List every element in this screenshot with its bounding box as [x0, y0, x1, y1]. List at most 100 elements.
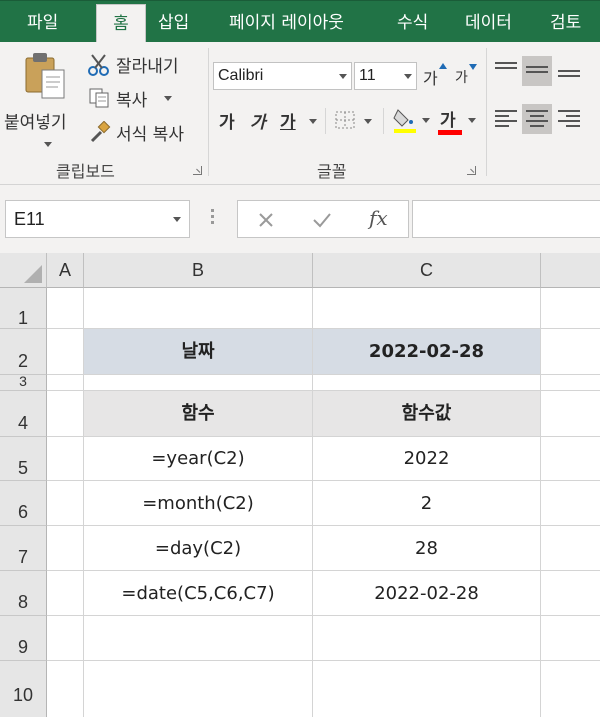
copy-icon — [89, 88, 109, 108]
row-header-3[interactable]: 3 — [0, 374, 47, 391]
font-launcher-icon[interactable] — [467, 166, 476, 175]
copy-dropdown-icon[interactable] — [164, 96, 172, 101]
bold-button[interactable]: 가 — [219, 108, 235, 133]
cell-a8[interactable] — [47, 571, 84, 616]
name-box[interactable]: E11 — [5, 200, 190, 238]
row-header-7[interactable]: 7 — [0, 526, 47, 571]
tab-insert[interactable]: 삽입 — [158, 1, 189, 43]
paste-dropdown-icon[interactable] — [44, 142, 52, 147]
shrink-font-button[interactable]: 가 — [455, 64, 477, 87]
cell-d1[interactable] — [541, 288, 600, 329]
column-header-a[interactable]: A — [47, 253, 84, 288]
underline-button[interactable]: 가 — [280, 108, 296, 133]
cut-button[interactable]: 잘라내기 — [88, 52, 198, 78]
cell-a4[interactable] — [47, 391, 84, 437]
cell-c5[interactable]: 2022 — [313, 437, 541, 481]
tab-data[interactable]: 데이터 — [465, 1, 512, 43]
column-header-d[interactable] — [541, 253, 600, 288]
cell-b8[interactable]: =date(C5,C6,C7) — [84, 571, 313, 616]
cell-a10[interactable] — [47, 661, 84, 717]
cell-c6[interactable]: 2 — [313, 481, 541, 526]
column-header-c[interactable]: C — [313, 253, 541, 288]
fill-color-button[interactable] — [392, 104, 432, 138]
cell-c9[interactable] — [313, 616, 541, 661]
cell-a5[interactable] — [47, 437, 84, 481]
grow-font-button[interactable]: 가 — [423, 63, 447, 89]
font-name-select[interactable]: Calibri — [213, 62, 352, 90]
align-top-icon[interactable] — [495, 62, 517, 78]
cell-d3[interactable] — [541, 375, 600, 391]
cell-a6[interactable] — [47, 481, 84, 526]
format-painter-button[interactable]: 서식 복사 — [88, 120, 203, 146]
formula-input[interactable] — [412, 200, 600, 238]
insert-function-button[interactable]: fx — [369, 206, 388, 230]
row-header-8[interactable]: 8 — [0, 571, 47, 616]
column-header-b[interactable]: B — [84, 253, 313, 288]
cell-d8[interactable] — [541, 571, 600, 616]
clipboard-launcher-icon[interactable] — [193, 166, 202, 175]
cell-a7[interactable] — [47, 526, 84, 571]
font-size-value: 11 — [359, 67, 376, 84]
cell-c3[interactable] — [313, 375, 541, 391]
cell-c7[interactable]: 28 — [313, 526, 541, 571]
cell-c8[interactable]: 2022-02-28 — [313, 571, 541, 616]
cell-d2[interactable] — [541, 329, 600, 375]
align-center-icon[interactable] — [526, 110, 548, 127]
group-divider — [208, 48, 209, 176]
ribbon: 붙여넣기 잘라내기 복사 서식 복사 클립보드 Calibri 11 가 가 가… — [0, 42, 600, 185]
cell-c1[interactable] — [313, 288, 541, 329]
cell-b10[interactable] — [84, 661, 313, 717]
paint-bucket-icon — [393, 109, 416, 133]
font-color-button[interactable]: 가 — [436, 104, 480, 138]
borders-button[interactable] — [334, 110, 374, 132]
row-header-1[interactable]: 1 — [0, 288, 47, 329]
row-header-9[interactable]: 9 — [0, 616, 47, 661]
scissors-icon — [88, 54, 109, 76]
enter-check-icon[interactable] — [312, 211, 332, 229]
cancel-icon[interactable] — [257, 211, 275, 229]
tab-file[interactable]: 파일 — [27, 1, 58, 43]
cell-a2[interactable] — [47, 329, 84, 375]
cell-c2[interactable]: 2022-02-28 — [313, 329, 541, 375]
tab-formulas[interactable]: 수식 — [397, 1, 428, 43]
italic-button[interactable]: 가 — [250, 108, 266, 133]
drag-handle-icon[interactable] — [211, 209, 214, 231]
font-size-select[interactable]: 11 — [354, 62, 417, 90]
cell-b1[interactable] — [84, 288, 313, 329]
cell-b2[interactable]: 날짜 — [84, 329, 313, 375]
cell-b3[interactable] — [84, 375, 313, 391]
cell-c10[interactable] — [313, 661, 541, 717]
cell-d7[interactable] — [541, 526, 600, 571]
tab-review[interactable]: 검토 — [550, 1, 581, 43]
tab-page-layout[interactable]: 페이지 레이아웃 — [229, 1, 344, 43]
cell-b4[interactable]: 함수 — [84, 391, 313, 437]
cell-b9[interactable] — [84, 616, 313, 661]
cell-a1[interactable] — [47, 288, 84, 329]
select-all-corner[interactable] — [0, 253, 47, 288]
cell-d6[interactable] — [541, 481, 600, 526]
row-header-10[interactable]: 10 — [0, 661, 47, 717]
row-header-4[interactable]: 4 — [0, 391, 47, 437]
cell-d9[interactable] — [541, 616, 600, 661]
cell-b7[interactable]: =day(C2) — [84, 526, 313, 571]
align-bottom-icon[interactable] — [558, 70, 580, 86]
copy-button[interactable]: 복사 — [88, 86, 198, 112]
row-header-2[interactable]: 2 — [0, 329, 47, 375]
align-left-icon[interactable] — [495, 110, 517, 127]
chevron-down-icon — [364, 119, 372, 124]
underline-dropdown-icon[interactable] — [309, 119, 317, 124]
cell-c4[interactable]: 함수값 — [313, 391, 541, 437]
tab-home[interactable]: 홈 — [96, 4, 146, 45]
cell-b6[interactable]: =month(C2) — [84, 481, 313, 526]
cell-a9[interactable] — [47, 616, 84, 661]
row-header-6[interactable]: 6 — [0, 481, 47, 526]
cell-a3[interactable] — [47, 375, 84, 391]
align-middle-icon[interactable] — [526, 66, 548, 82]
paste-button[interactable]: 붙여넣기 — [4, 50, 84, 150]
align-right-icon[interactable] — [558, 110, 580, 127]
cell-d10[interactable] — [541, 661, 600, 717]
cell-d5[interactable] — [541, 437, 600, 481]
row-header-5[interactable]: 5 — [0, 437, 47, 481]
cell-d4[interactable] — [541, 391, 600, 437]
cell-b5[interactable]: =year(C2) — [84, 437, 313, 481]
